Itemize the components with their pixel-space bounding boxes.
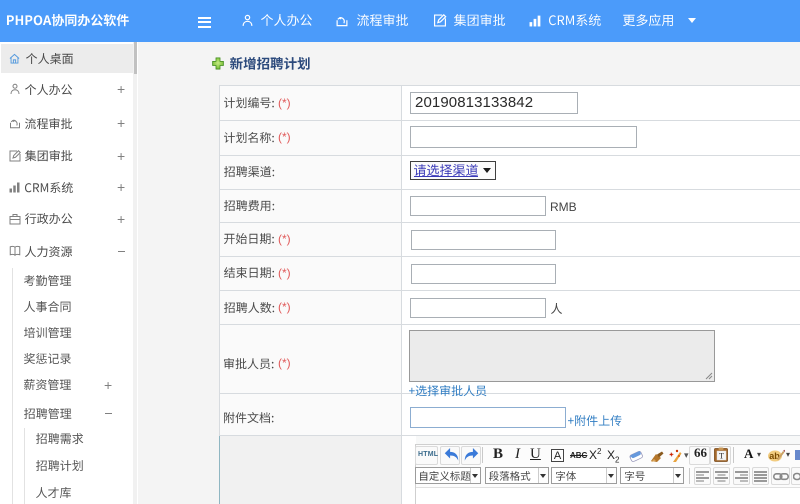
svg-text:T: T — [719, 451, 725, 461]
